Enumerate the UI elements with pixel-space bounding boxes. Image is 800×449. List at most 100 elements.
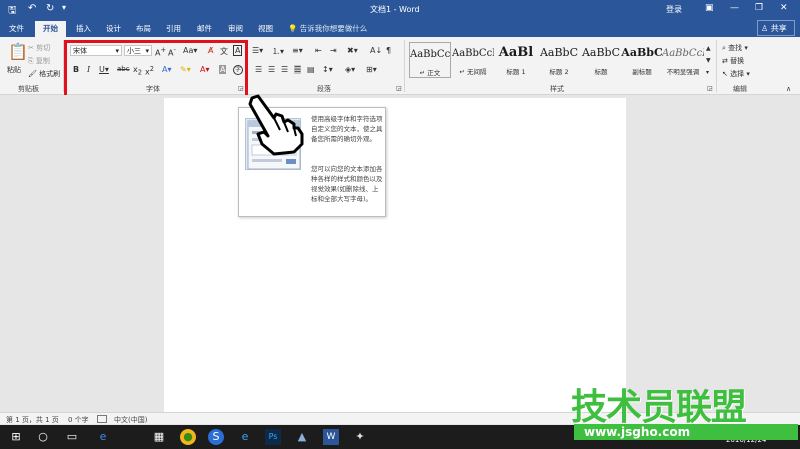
paste-button[interactable]: 粘贴: [7, 65, 21, 75]
minimize-button[interactable]: —: [730, 3, 739, 13]
tab-design[interactable]: 设计: [106, 23, 121, 34]
login-link[interactable]: 登录: [666, 4, 682, 15]
style-heading-2[interactable]: AaBbC 标题 2: [538, 42, 580, 78]
photos-icon[interactable]: ▲: [294, 429, 310, 445]
scissors-icon: ✂: [28, 44, 34, 52]
style-subtitle[interactable]: AaBbC 副标题: [621, 42, 663, 78]
tab-references[interactable]: 引用: [166, 23, 181, 34]
title-bar: 🖫 ↶ ↻ ▾ 文档1 - Word 登录 ▣ — ❐ ✕: [0, 0, 800, 19]
windows-start-icon[interactable]: ⊞: [8, 429, 24, 445]
show-marks-icon[interactable]: ¶: [386, 46, 391, 55]
borders-icon[interactable]: ⊞▾: [366, 65, 377, 74]
shading-icon[interactable]: ◈▾: [345, 65, 355, 74]
tab-file[interactable]: 文件: [9, 23, 24, 34]
replace-button[interactable]: ⇄ 替换: [722, 56, 744, 66]
style-name: 标题 1: [506, 68, 526, 76]
distributed-icon[interactable]: ▤: [307, 65, 315, 74]
store-icon[interactable]: ▦: [151, 429, 167, 445]
document-page[interactable]: [164, 98, 626, 414]
sort-icon[interactable]: A↓: [370, 46, 382, 55]
app-taskbar-icon[interactable]: ✦: [352, 429, 368, 445]
word-taskbar-icon[interactable]: W: [323, 429, 339, 445]
find-button[interactable]: ⌕ 查找 ▾: [722, 43, 748, 53]
style-title[interactable]: AaBbC 标题: [580, 42, 622, 78]
styles-dialog-launcher-icon[interactable]: ◲: [707, 85, 713, 92]
tab-review[interactable]: 审阅: [228, 23, 243, 34]
tab-view[interactable]: 视图: [258, 23, 273, 34]
decrease-indent-icon[interactable]: ⇤: [315, 46, 322, 55]
cut-button[interactable]: ✂ 剪切: [28, 43, 50, 53]
close-button[interactable]: ✕: [780, 3, 788, 13]
chevron-up-icon[interactable]: ▲: [706, 45, 711, 52]
sogou-icon[interactable]: S: [208, 429, 224, 445]
pointing-hand-cursor-icon: [248, 94, 304, 156]
person-icon: ♙: [761, 24, 769, 33]
bullets-icon[interactable]: ☰▾: [252, 46, 263, 55]
style-sample: AaBl: [498, 45, 534, 60]
save-icon[interactable]: 🖫: [8, 3, 17, 20]
language-indicator[interactable]: 中文(中国): [114, 415, 147, 425]
qq-browser-icon[interactable]: ●: [180, 429, 196, 445]
cut-label: 剪切: [36, 44, 51, 52]
tell-me-search[interactable]: 💡 告诉我你想要做什么: [288, 23, 367, 34]
style-sample: AaBbC: [539, 46, 579, 59]
photoshop-icon[interactable]: Ps: [265, 429, 281, 445]
style-name: 标题: [594, 68, 608, 76]
replace-label: 替换: [730, 57, 745, 65]
line-spacing-icon[interactable]: ↕▾: [322, 65, 333, 74]
share-label: 共享: [770, 24, 787, 33]
tab-layout[interactable]: 布局: [136, 23, 151, 34]
proofing-icon[interactable]: [97, 415, 107, 423]
separator: [404, 40, 405, 92]
style-subtle-emphasis[interactable]: AaBbCcDd 不明显强调: [662, 42, 704, 78]
tell-me-text: 告诉我你想要做什么: [299, 24, 368, 33]
chinese-layout-icon[interactable]: ✖▾: [347, 46, 358, 55]
word-count[interactable]: 0 个字: [68, 415, 89, 425]
ie-icon[interactable]: e: [237, 429, 253, 445]
align-center-icon[interactable]: ☰: [268, 65, 275, 74]
replace-icon: ⇄: [722, 57, 728, 65]
select-button[interactable]: ↖ 选择 ▾: [722, 69, 750, 79]
align-right-icon[interactable]: ☰: [281, 65, 288, 74]
style-heading-1[interactable]: AaBl 标题 1: [495, 42, 537, 78]
align-left-icon[interactable]: ☰: [255, 65, 262, 74]
undo-icon[interactable]: ↶: [28, 3, 36, 14]
style-sample: AaBbC: [621, 46, 663, 59]
tooltip-description: 使用高级字体和字符选项自定义您的文本，使之具备您所需的确切外观。: [311, 115, 383, 143]
paste-icon[interactable]: 📋: [8, 42, 28, 61]
multilevel-list-icon[interactable]: ≡▾: [292, 46, 303, 55]
tab-mailings[interactable]: 邮件: [197, 23, 212, 34]
editing-group-label: 编辑: [733, 85, 747, 93]
justify-icon[interactable]: ☰: [294, 65, 302, 74]
share-button[interactable]: ♙ 共享: [757, 20, 795, 36]
numbering-icon[interactable]: ⒈▾: [272, 46, 284, 57]
format-painter-button[interactable]: 🖌 格式刷: [28, 69, 60, 79]
ribbon-display-icon[interactable]: ▣: [705, 3, 714, 13]
copy-button[interactable]: ⎘ 复制: [28, 56, 50, 66]
restore-button[interactable]: ❐: [755, 3, 763, 13]
format-painter-label: 格式刷: [39, 70, 61, 78]
page-count[interactable]: 第 1 页，共 1 页: [6, 415, 59, 425]
ribbon-tabs: 文件 开始 插入 设计 布局 引用 邮件 审阅 视图 💡 告诉我你想要做什么: [0, 19, 800, 37]
style-name: ↵ 无间隔: [459, 68, 487, 76]
style-no-spacing[interactable]: AaBbCcDd ↵ 无间隔: [452, 42, 494, 78]
tab-insert[interactable]: 插入: [76, 23, 91, 34]
style-sample: AaBbCcDd: [410, 49, 450, 60]
edge-icon[interactable]: e: [95, 429, 111, 445]
tab-home[interactable]: 开始: [35, 21, 66, 37]
style-sample: AaBbC: [581, 46, 621, 59]
collapse-ribbon-icon[interactable]: ∧: [786, 85, 791, 93]
increase-indent-icon[interactable]: ⇥: [330, 46, 337, 55]
customize-qat-icon[interactable]: ▾: [62, 3, 66, 12]
separator: [716, 40, 717, 92]
cursor-icon: ↖: [722, 70, 728, 78]
style-normal[interactable]: AaBbCcDd ↵ 正文: [409, 42, 451, 78]
task-view-icon[interactable]: ▭: [64, 429, 80, 445]
paragraph-dialog-launcher-icon[interactable]: ◲: [396, 85, 402, 92]
chevron-down-icon[interactable]: ▼: [706, 57, 711, 64]
copy-icon: ⎘: [28, 57, 34, 65]
redo-icon[interactable]: ↻: [46, 3, 54, 14]
copy-label: 复制: [35, 57, 50, 65]
search-circle-icon[interactable]: ○: [35, 429, 51, 445]
more-styles-icon[interactable]: ▾: [706, 69, 709, 76]
